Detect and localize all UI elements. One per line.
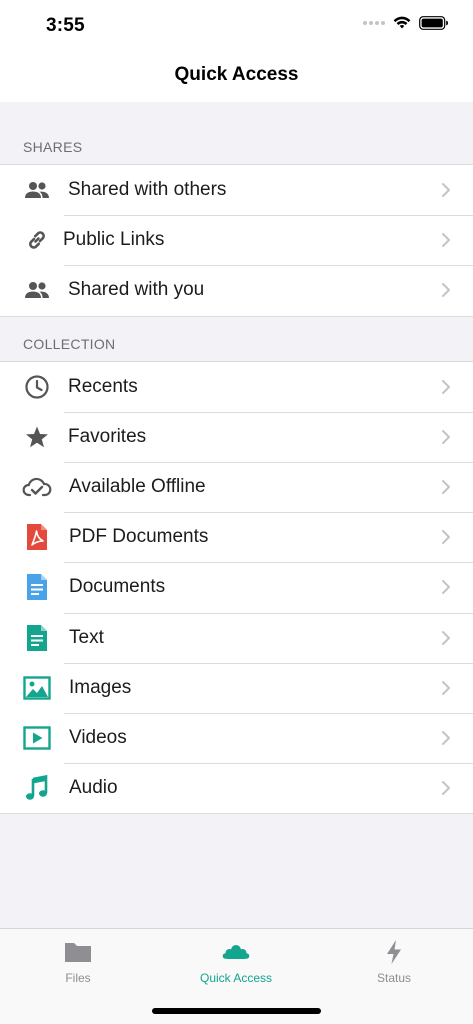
home-indicator[interactable] — [152, 1008, 321, 1014]
chevron-right-icon — [442, 580, 450, 595]
image-icon — [22, 673, 52, 703]
section-header-collection: COLLECTION — [0, 317, 473, 361]
music-note-icon — [22, 773, 52, 803]
status-time: 3:55 — [46, 15, 85, 36]
list-item-label: Documents — [69, 576, 166, 598]
wifi-icon — [393, 16, 411, 29]
clock-icon — [22, 372, 52, 402]
chevron-right-icon — [442, 630, 450, 645]
tab-label: Status — [376, 971, 412, 985]
list-item-images[interactable]: Images — [0, 662, 473, 713]
section-header-label: SHARES — [23, 139, 83, 155]
list-item-audio[interactable]: Audio — [0, 763, 473, 813]
chevron-right-icon — [442, 183, 450, 198]
chevron-right-icon — [442, 379, 450, 394]
list-item-label: Shared with you — [68, 279, 205, 301]
star-icon — [22, 422, 52, 452]
list-item-documents[interactable]: Documents — [0, 562, 473, 612]
list-item-recents[interactable]: Recents — [0, 362, 473, 412]
list-item-videos[interactable]: Videos — [0, 712, 473, 763]
section-header-shares: SHARES — [0, 102, 473, 164]
chevron-right-icon — [442, 233, 450, 248]
chevron-right-icon — [442, 680, 450, 695]
list-item-text[interactable]: Text — [0, 612, 473, 663]
list-item-label: Audio — [69, 777, 118, 799]
list-item-label: Text — [69, 626, 104, 648]
status-bar: 3:55 — [0, 0, 473, 52]
cellular-signal-icon — [363, 21, 385, 25]
status-icons — [363, 16, 449, 30]
list-item-label: PDF Documents — [69, 526, 209, 548]
list-item-label: Recents — [68, 375, 138, 397]
people-icon — [22, 175, 52, 205]
owncloud-icon — [176, 937, 296, 967]
list-item-label: Videos — [69, 726, 127, 748]
list-item-label: Public Links — [63, 229, 165, 251]
list-item-label: Shared with others — [68, 179, 227, 201]
section-header-label: COLLECTION — [23, 335, 116, 352]
chevron-right-icon — [442, 730, 450, 745]
list-item-label: Images — [69, 676, 132, 698]
list-item-pdf-documents[interactable]: PDF Documents — [0, 512, 473, 562]
tab-quick-access[interactable]: Quick Access — [176, 937, 296, 985]
bolt-icon — [334, 937, 454, 967]
text-file-icon — [22, 623, 52, 653]
list-item-label: Favorites — [68, 425, 147, 447]
tab-label: Quick Access — [199, 971, 273, 985]
tab-status[interactable]: Status — [334, 937, 454, 985]
list-item-shared-with-you[interactable]: Shared with you — [0, 265, 473, 315]
list-item-public-links[interactable]: Public Links — [0, 215, 473, 265]
cloud-check-icon — [22, 472, 52, 502]
link-icon — [22, 225, 52, 255]
list-item-label: Available Offline — [69, 476, 206, 498]
pdf-icon — [22, 522, 52, 552]
battery-icon — [419, 16, 448, 30]
people-icon — [22, 275, 52, 305]
chevron-right-icon — [442, 781, 450, 796]
list-item-favorites[interactable]: Favorites — [0, 411, 473, 462]
video-icon — [22, 723, 52, 753]
chevron-right-icon — [442, 429, 450, 444]
quick-access-list: SHARES Shared with others Public Links S… — [0, 102, 473, 815]
tab-files[interactable]: Files — [18, 937, 138, 985]
page-title: Quick Access — [174, 64, 299, 85]
document-icon — [22, 572, 52, 602]
list-item-shared-with-others[interactable]: Shared with others — [0, 165, 473, 215]
chevron-right-icon — [442, 530, 450, 545]
tab-label: Files — [65, 971, 91, 985]
chevron-right-icon — [442, 480, 450, 495]
navigation-bar: Quick Access — [0, 52, 473, 102]
chevron-right-icon — [442, 283, 450, 298]
shares-group: Shared with others Public Links Shared w… — [0, 164, 473, 317]
folder-icon — [18, 937, 138, 967]
list-item-available-offline[interactable]: Available Offline — [0, 461, 473, 512]
collection-group: Recents Favorites Available Offline PDF … — [0, 360, 473, 815]
